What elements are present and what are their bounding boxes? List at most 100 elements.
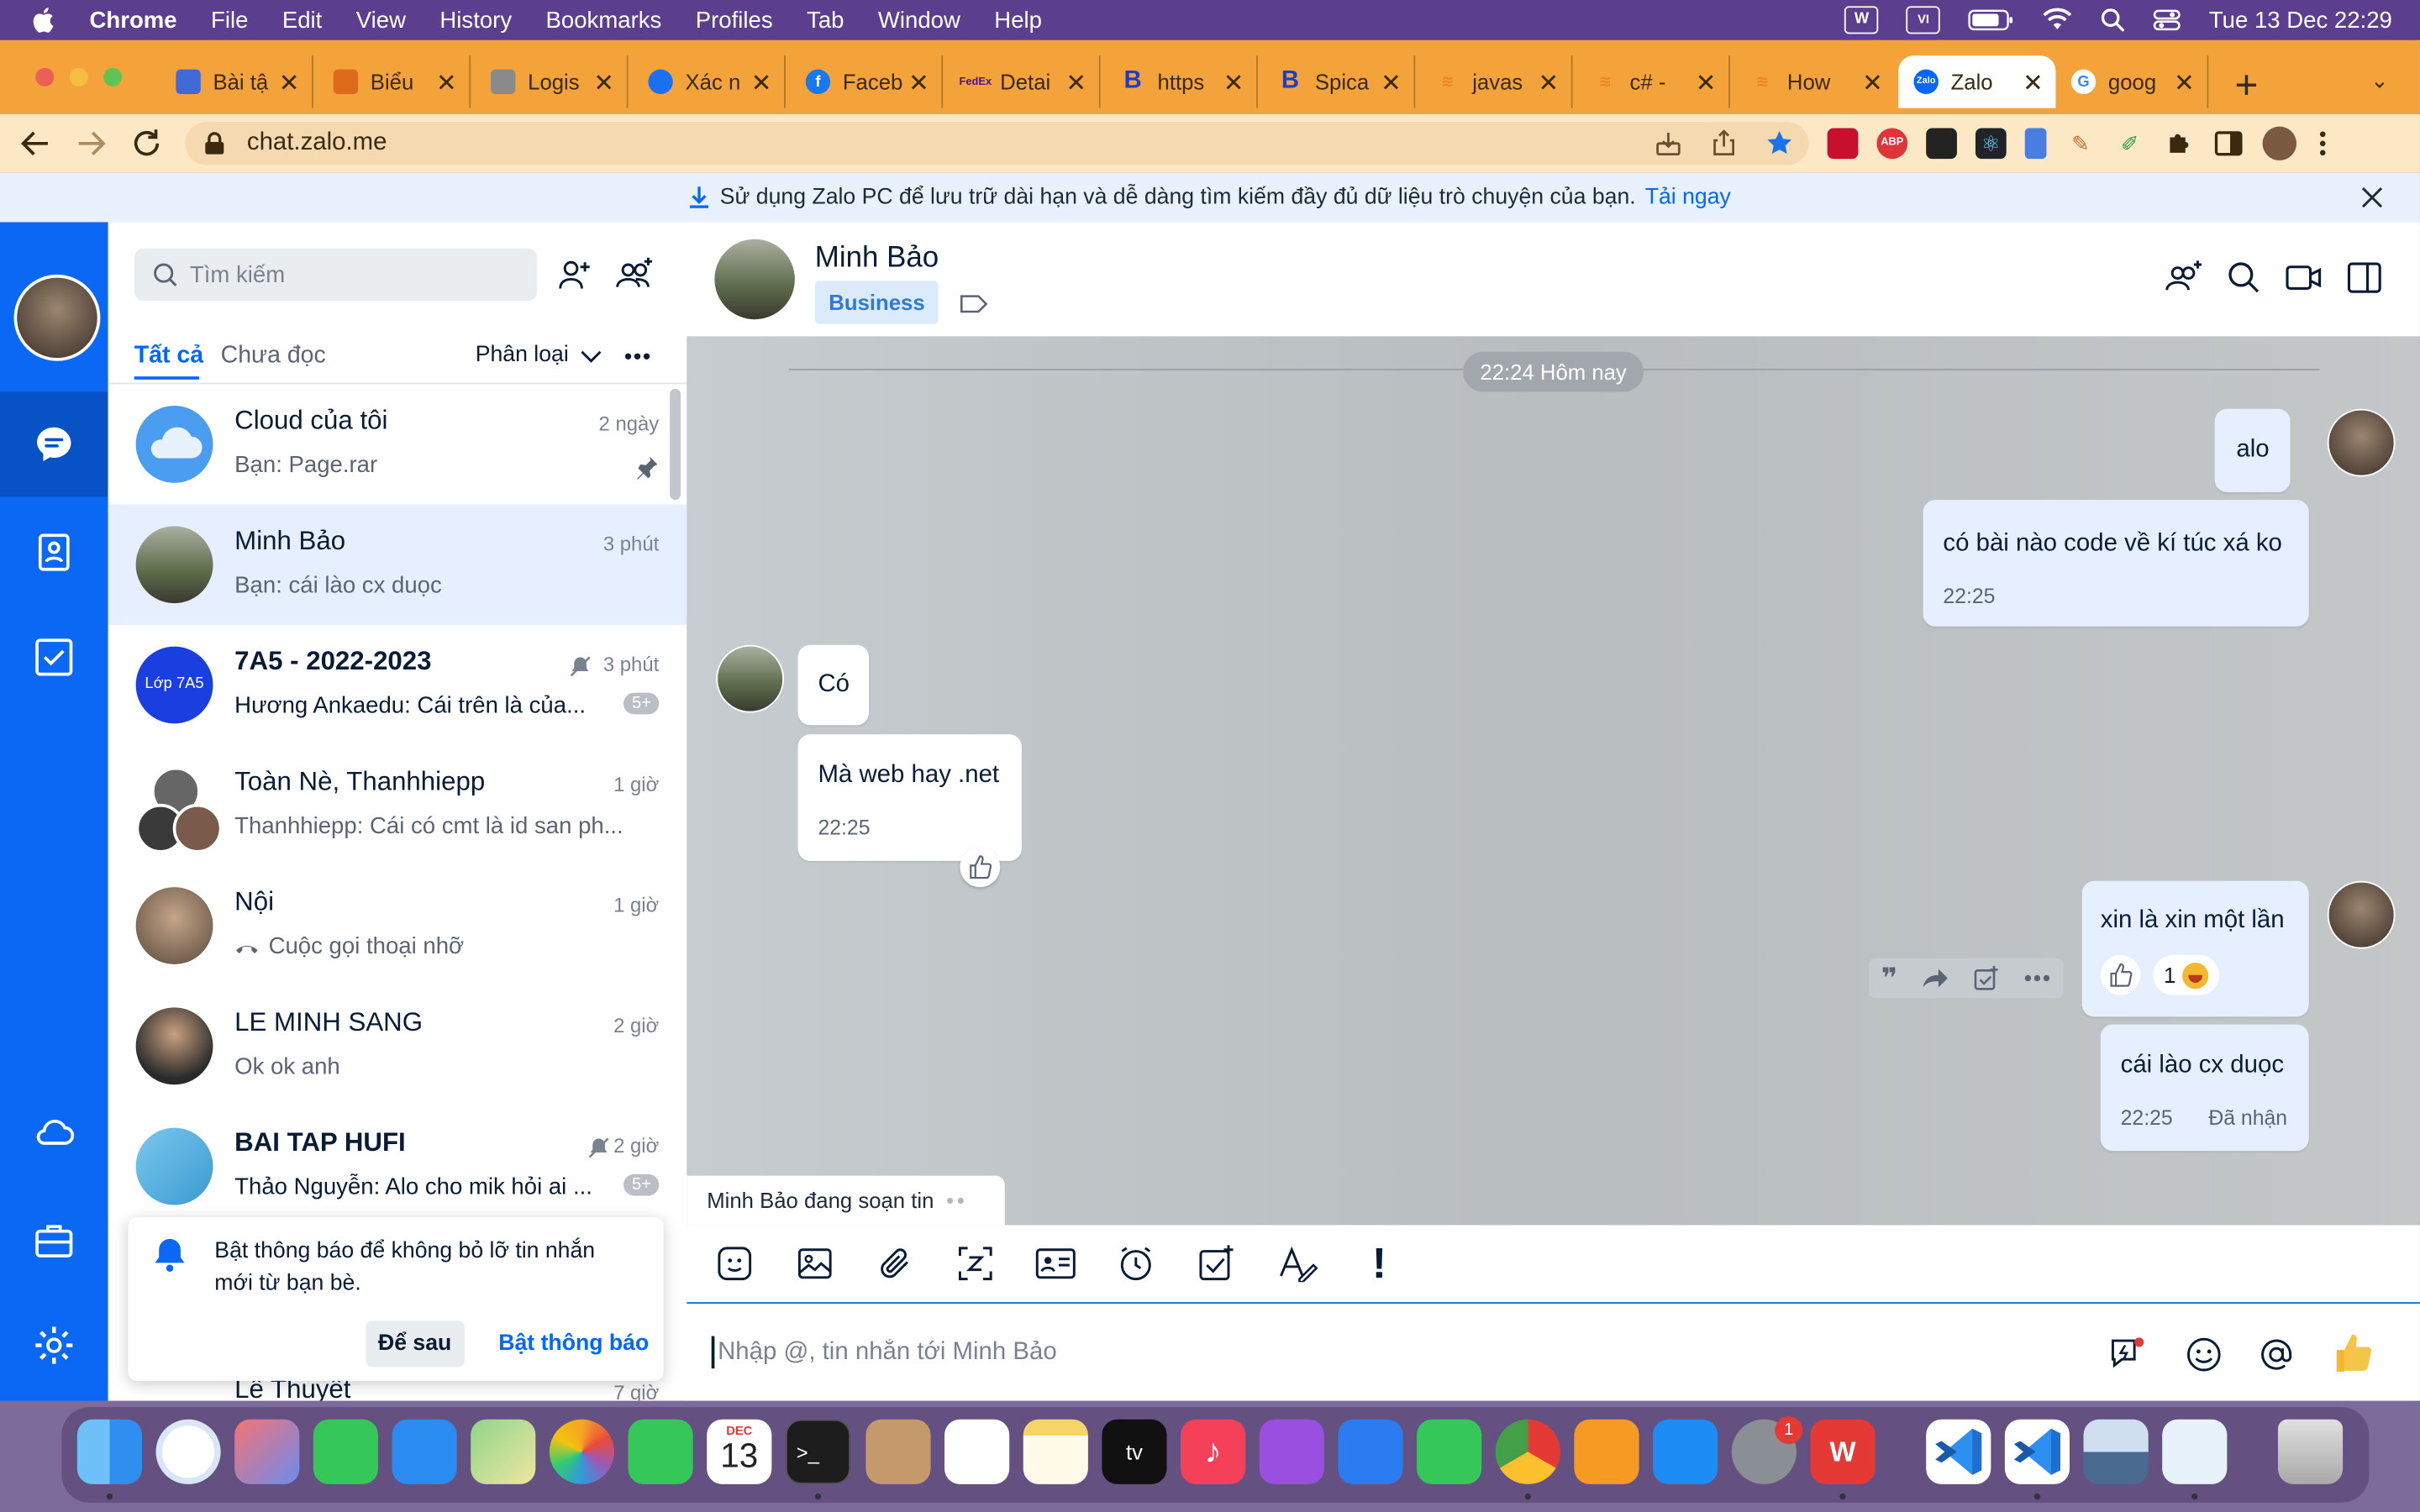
quick-like-icon[interactable] <box>2332 1331 2375 1374</box>
trash-icon[interactable] <box>2277 1419 2344 1484</box>
later-button[interactable]: Để sau <box>366 1320 465 1368</box>
enable-notification-button[interactable]: Bật thông báo <box>487 1320 661 1367</box>
add-task-icon[interactable] <box>1974 965 1998 990</box>
apple-tv-icon[interactable]: tv <box>1102 1419 1167 1484</box>
extension-icon[interactable]: ✎ <box>2065 128 2096 159</box>
list-scrollbar[interactable] <box>670 388 681 501</box>
numbers-icon[interactable] <box>1417 1419 1482 1484</box>
terminal-icon[interactable]: >_ <box>785 1419 851 1484</box>
message-bubble-sent[interactable]: có bài nào code về kí túc xá ko 22:25 <box>1923 500 2309 627</box>
quote-icon[interactable]: ❞ <box>1881 962 1897 995</box>
create-group-icon[interactable] <box>614 256 655 293</box>
contact-card-icon[interactable] <box>1035 1247 1076 1280</box>
message-bubble-received[interactable]: Có <box>797 644 870 726</box>
image-icon[interactable] <box>797 1245 834 1282</box>
extension-icon[interactable] <box>2024 128 2047 160</box>
notes-icon[interactable] <box>1023 1419 1088 1484</box>
share-icon[interactable] <box>1710 129 1738 157</box>
podcasts-icon[interactable] <box>1259 1419 1324 1484</box>
chat-title[interactable]: Minh Bảo <box>815 242 939 276</box>
classify-dropdown[interactable]: Phân loại <box>476 343 569 367</box>
tab-close-icon[interactable]: ✕ <box>1696 68 1717 99</box>
like-reaction-button[interactable] <box>2100 954 2141 995</box>
preview-icon[interactable] <box>2083 1419 2149 1484</box>
mention-icon[interactable] <box>2258 1336 2295 1373</box>
apple-icon[interactable] <box>31 6 59 34</box>
filter-all-tab[interactable]: Tất cả <box>134 343 203 370</box>
maps-icon[interactable] <box>471 1419 536 1484</box>
chat-avatar[interactable] <box>714 239 795 320</box>
battery-icon[interactable] <box>1968 9 2014 31</box>
browser-tab[interactable]: Ggoog ✕ <box>2059 55 2209 108</box>
like-reaction-button[interactable] <box>960 847 1001 888</box>
todo-icon[interactable] <box>33 636 76 679</box>
toolbox-icon[interactable] <box>33 1219 76 1262</box>
profile-avatar[interactable] <box>2262 126 2297 161</box>
conversation-item[interactable]: BAI TAP HUFI Thảo Nguyễn: Alo cho mik hỏ… <box>108 1106 687 1226</box>
url-text[interactable]: chat.zalo.me <box>247 129 387 157</box>
address-bar[interactable]: chat.zalo.me <box>185 122 1809 165</box>
browser-tab[interactable]: Bhttps ✕ <box>1108 55 1258 108</box>
conversation-item[interactable]: Cloud của tôi Bạn: Page.rar 2 ngày <box>108 384 687 504</box>
browser-tab[interactable]: ≋ c# - ✕ <box>1581 55 1730 108</box>
browser-tab[interactable]: ≋ How ✕ <box>1738 55 1895 108</box>
spotlight-icon[interactable] <box>2101 8 2126 32</box>
install-app-icon[interactable] <box>1655 129 1682 157</box>
reload-button[interactable] <box>129 127 163 160</box>
window-zoom-button[interactable] <box>103 67 123 87</box>
extension-icon[interactable]: ✐ <box>2114 128 2145 159</box>
browser-tab[interactable]: ≋ javas ✕ <box>1423 55 1573 108</box>
tab-search-chevron-icon[interactable]: ⌄ <box>2370 68 2389 94</box>
chrome-icon[interactable] <box>1495 1419 1560 1484</box>
menu-view[interactable]: View <box>356 7 406 33</box>
chrome-menu-icon[interactable] <box>2315 128 2330 159</box>
sticker-icon[interactable] <box>716 1245 753 1282</box>
tab-close-icon[interactable]: ✕ <box>436 68 457 99</box>
tab-close-icon[interactable]: ✕ <box>593 68 614 99</box>
conversation-item[interactable]: Nội Cuộc gọi thoại nhỡ 1 giờ <box>108 865 687 985</box>
messages-icon[interactable] <box>313 1419 378 1484</box>
vscode-icon[interactable] <box>2004 1419 2070 1484</box>
pages-icon[interactable] <box>1574 1419 1639 1484</box>
browser-tab[interactable]: Logis ✕ <box>478 55 629 108</box>
menu-history[interactable]: History <box>439 7 512 33</box>
message-area[interactable]: 22:24 Hôm nay alo có bài nào code về kí … <box>687 336 2420 1226</box>
tab-close-icon[interactable]: ✕ <box>2174 68 2195 99</box>
app-store-icon[interactable] <box>1653 1419 1718 1484</box>
message-bubble-received[interactable]: Mà web hay .net 22:25 <box>797 734 1022 861</box>
conversation-item[interactable]: Lớp 7A5 7A5 - 2022-2023 Hương Ankaedu: C… <box>108 625 687 745</box>
vscode-icon[interactable] <box>1926 1419 1991 1484</box>
launchpad-icon[interactable] <box>234 1419 300 1484</box>
menu-edit[interactable]: Edit <box>282 7 322 33</box>
control-center-icon[interactable] <box>2154 8 2181 32</box>
extensions-puzzle-icon[interactable] <box>2164 128 2195 159</box>
menu-profiles[interactable]: Profiles <box>696 7 773 33</box>
photos-icon[interactable] <box>549 1419 615 1484</box>
label-tag-icon[interactable] <box>960 293 988 315</box>
message-bubble-sent[interactable]: alo <box>2214 408 2291 492</box>
browser-tab-active[interactable]: Zalo Zalo ✕ <box>1898 55 2056 108</box>
close-icon[interactable] <box>2361 186 2383 208</box>
video-call-icon[interactable] <box>2286 262 2323 293</box>
contacts-icon[interactable] <box>33 531 76 574</box>
tab-close-icon[interactable]: ✕ <box>279 68 300 99</box>
search-box[interactable]: Tìm kiếm <box>134 248 538 302</box>
add-friend-icon[interactable] <box>555 256 592 293</box>
reminders-icon[interactable] <box>944 1419 1010 1484</box>
menu-file[interactable]: File <box>211 7 248 33</box>
more-options-icon[interactable] <box>623 352 651 361</box>
extension-icon[interactable] <box>1926 128 1957 160</box>
more-options-icon[interactable] <box>2023 974 2051 983</box>
safari-icon[interactable] <box>155 1419 221 1484</box>
tab-close-icon[interactable]: ✕ <box>2023 68 2044 99</box>
search-placeholder[interactable]: Tìm kiếm <box>190 261 285 287</box>
menu-window[interactable]: Window <box>878 7 960 33</box>
tab-close-icon[interactable]: ✕ <box>1223 68 1244 99</box>
business-tag[interactable]: Business <box>814 281 939 324</box>
reaction-summary[interactable]: 1 <box>2153 954 2219 995</box>
conversation-info-icon[interactable] <box>2347 262 2381 293</box>
wifi-icon[interactable] <box>2042 8 2073 32</box>
menubar-clock[interactable]: Tue 13 Dec 22:29 <box>2209 7 2392 33</box>
menu-tab[interactable]: Tab <box>807 7 844 33</box>
sender-avatar[interactable] <box>2327 880 2396 949</box>
